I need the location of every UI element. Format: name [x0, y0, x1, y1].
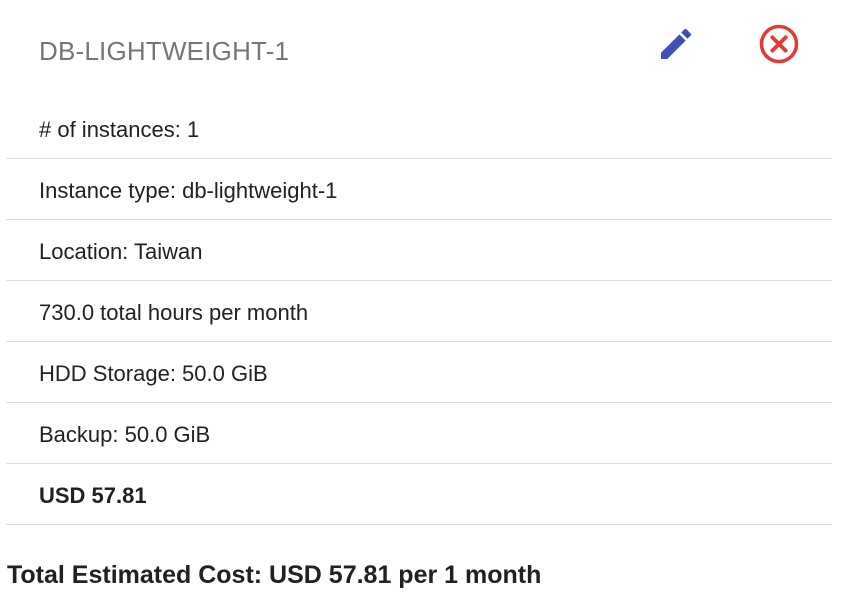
close-circle-icon	[759, 24, 799, 64]
estimate-title: DB-LIGHTWEIGHT-1	[39, 36, 290, 66]
edit-button[interactable]	[654, 22, 698, 66]
instance-type: Instance type: db-lightweight-1	[39, 178, 338, 203]
remove-button[interactable]	[757, 22, 801, 66]
hours-per-month: 730.0 total hours per month	[39, 300, 309, 325]
location: Location: Taiwan	[39, 239, 203, 264]
estimate-header: DB-LIGHTWEIGHT-1	[0, 0, 856, 100]
item-price: USD 57.81	[39, 483, 147, 508]
list-item: Instance type: db-lightweight-1	[6, 159, 832, 220]
total-estimated-cost: Total Estimated Cost: USD 57.81 per 1 mo…	[7, 561, 542, 589]
list-item: Backup: 50.0 GiB	[6, 403, 832, 464]
list-item: Location: Taiwan	[6, 220, 832, 281]
hdd-storage: HDD Storage: 50.0 GiB	[39, 361, 268, 386]
estimate-details-list: # of instances: 1 Instance type: db-ligh…	[6, 98, 832, 525]
list-item: # of instances: 1	[6, 98, 832, 159]
instances-count: # of instances: 1	[39, 117, 200, 142]
backup-size: Backup: 50.0 GiB	[39, 422, 211, 447]
estimate-card: DB-LIGHTWEIGHT-1 # of instances: 1 Insta…	[0, 0, 856, 612]
pencil-icon	[661, 28, 692, 59]
list-item: HDD Storage: 50.0 GiB	[6, 342, 832, 403]
price-row: USD 57.81	[6, 464, 832, 525]
list-item: 730.0 total hours per month	[6, 281, 832, 342]
